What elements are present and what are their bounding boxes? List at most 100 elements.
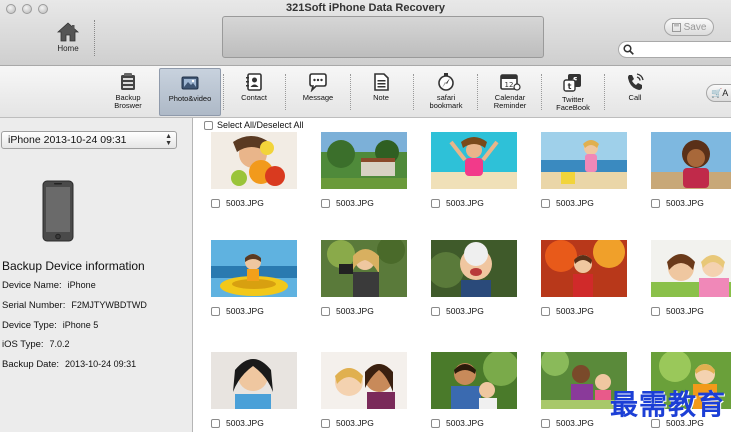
info-value: iPhone 5	[62, 320, 99, 330]
photo-item[interactable]: 5003.JPG	[431, 132, 521, 208]
buy-button[interactable]: 🛒A	[706, 84, 731, 102]
photo-filename: 5003.JPG	[666, 306, 704, 316]
photo-checkbox[interactable]	[431, 418, 440, 428]
photo-thumbnail[interactable]	[211, 132, 297, 189]
call-icon	[628, 73, 644, 90]
photo-checkbox[interactable]	[321, 306, 330, 316]
note-icon	[374, 73, 389, 91]
photo-checkbox[interactable]	[211, 306, 220, 316]
photo-thumbnail[interactable]	[651, 132, 731, 189]
photo-item[interactable]: 5003.JPG	[321, 352, 411, 428]
tool-note[interactable]: Note	[356, 68, 406, 116]
photo-checkbox[interactable]	[431, 198, 440, 208]
category-toolbar: Backup Broswer Photo&video Contact Messa…	[0, 66, 731, 118]
photo-thumbnail[interactable]	[321, 132, 407, 189]
photo-item[interactable]: 5003.JPG	[321, 132, 411, 208]
toolbar-divider	[350, 74, 351, 110]
photo-thumbnail[interactable]	[651, 240, 731, 297]
tool-safari-bookmark[interactable]: safari bookmark	[418, 68, 474, 116]
select-all-control[interactable]: Select All/Deselect All	[204, 120, 304, 130]
tool-call[interactable]: Call	[610, 68, 660, 116]
tool-label: Note	[373, 93, 389, 102]
photo-thumbnail[interactable]	[431, 132, 517, 189]
photo-item[interactable]: 5003.JPG	[211, 352, 301, 428]
device-type-row: Device Type: iPhone 5	[2, 320, 98, 331]
window-title: 321Soft iPhone Data Recovery	[286, 2, 445, 14]
photo-checkbox[interactable]	[541, 418, 550, 428]
photo-checkbox[interactable]	[211, 198, 220, 208]
info-value: F2MJTYWBDTWD	[71, 300, 147, 310]
svg-text:12: 12	[505, 81, 514, 89]
photo-filename: 5003.JPG	[226, 198, 264, 208]
photo-checkbox[interactable]	[321, 198, 330, 208]
buy-label: A	[722, 88, 729, 98]
device-sidebar: iPhone 2013-10-24 09:31 ▲ ▼ Backup Device…	[0, 118, 193, 432]
tool-message[interactable]: Message	[290, 68, 346, 116]
photo-thumbnail[interactable]	[211, 240, 297, 297]
photo-thumbnail[interactable]	[541, 240, 627, 297]
photo-thumbnail[interactable]	[321, 352, 407, 409]
photo-checkbox[interactable]	[211, 418, 220, 428]
tool-twitter-facebook[interactable]: f t Twitter FaceBook	[546, 68, 600, 116]
save-label: Save	[683, 21, 707, 33]
home-button[interactable]: Home	[48, 22, 88, 60]
status-display	[222, 16, 544, 58]
photo-thumbnail[interactable]	[541, 132, 627, 189]
photo-thumbnail[interactable]	[431, 352, 517, 409]
tool-photo-video[interactable]: Photo&video	[159, 68, 221, 116]
photo-checkbox[interactable]	[321, 418, 330, 428]
device-select-value: iPhone 2013-10-24 09:31	[8, 134, 127, 146]
photo-item[interactable]: 5003.JPG	[211, 132, 301, 208]
photo-checkbox[interactable]	[541, 306, 550, 316]
tool-label: Call	[628, 93, 642, 102]
photo-item[interactable]: 5003.JPG	[541, 132, 631, 208]
photo-filename: 5003.JPG	[446, 418, 484, 428]
info-value: iPhone	[67, 280, 96, 290]
device-info-title: Backup Device information	[2, 259, 145, 273]
photo-checkbox[interactable]	[541, 198, 550, 208]
toolbar-divider	[285, 74, 286, 110]
svg-text:t: t	[568, 82, 572, 91]
tool-backup-browser[interactable]: Backup Broswer	[100, 68, 156, 116]
info-key: Backup Date:	[2, 359, 60, 370]
toolbar-divider	[223, 74, 224, 110]
title-bar: 321Soft iPhone Data Recovery Home Save	[0, 0, 731, 66]
photo-thumbnail[interactable]	[431, 240, 517, 297]
photo-item[interactable]: 5003.JPG	[541, 240, 631, 316]
photo-checkbox[interactable]	[431, 306, 440, 316]
tool-label: safari bookmark	[429, 93, 463, 110]
search-input[interactable]	[618, 41, 731, 58]
info-key: Device Name:	[2, 280, 62, 291]
tool-label: Contact	[241, 93, 267, 102]
photo-checkbox[interactable]	[651, 198, 660, 208]
photo-filename: 5003.JPG	[226, 418, 264, 428]
photo-filename: 5003.JPG	[336, 418, 374, 428]
photo-filename: 5003.JPG	[446, 306, 484, 316]
photo-checkbox[interactable]	[651, 306, 660, 316]
photo-item[interactable]: 5003.JPG	[431, 240, 521, 316]
tool-label: Calendar Reminder	[493, 93, 527, 110]
search-icon	[623, 44, 634, 55]
photo-item[interactable]: 5003.JPG	[321, 240, 411, 316]
info-value: 2013-10-24 09:31	[65, 359, 137, 369]
tool-contact[interactable]: Contact	[227, 68, 281, 116]
save-icon	[671, 22, 681, 32]
header-divider	[94, 20, 95, 56]
tool-label: Twitter FaceBook	[556, 95, 590, 112]
save-button[interactable]: Save	[664, 18, 714, 36]
select-all-checkbox[interactable]	[204, 120, 213, 130]
select-all-label: Select All/Deselect All	[217, 120, 304, 130]
photo-item[interactable]: 5003.JPG	[211, 240, 301, 316]
cart-icon: 🛒	[711, 88, 723, 98]
photo-item[interactable]: 5003.JPG	[651, 132, 731, 208]
info-key: Serial Number:	[2, 300, 66, 311]
info-key: iOS Type:	[2, 339, 44, 350]
tool-calendar-reminder[interactable]: 12 Calendar Reminder	[482, 68, 538, 116]
photo-item[interactable]: 5003.JPG	[431, 352, 521, 428]
photo-filename: 5003.JPG	[556, 306, 594, 316]
device-select[interactable]: iPhone 2013-10-24 09:31 ▲ ▼	[1, 131, 177, 149]
twitter-facebook-icon: f t	[563, 74, 581, 92]
photo-thumbnail[interactable]	[321, 240, 407, 297]
photo-item[interactable]: 5003.JPG	[651, 240, 731, 316]
photo-thumbnail[interactable]	[211, 352, 297, 409]
